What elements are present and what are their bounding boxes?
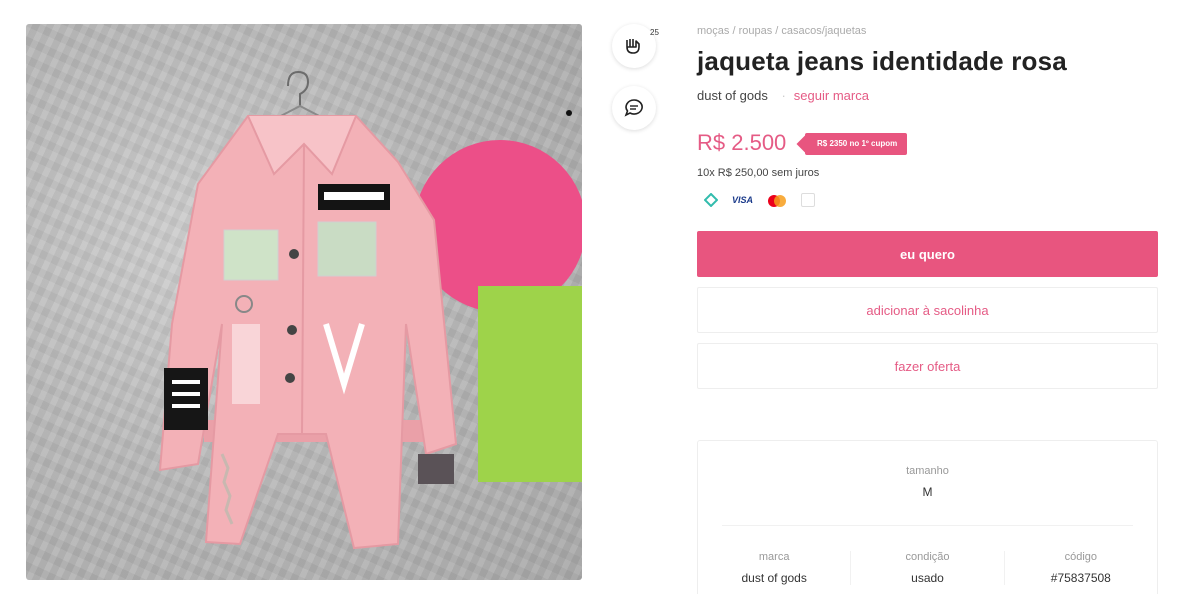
chat-button[interactable] xyxy=(612,86,656,130)
condition-value: usado xyxy=(911,571,944,585)
payment-methods: VISA xyxy=(703,192,816,208)
code-attribute: código #75837508 xyxy=(1005,551,1157,585)
attributes-divider xyxy=(722,525,1133,526)
code-value: #75837508 xyxy=(1050,571,1111,585)
breadcrumb-separator: / xyxy=(732,25,736,37)
pix-icon xyxy=(703,192,719,208)
condition-label: condição xyxy=(905,551,950,563)
product-photo[interactable] xyxy=(26,24,582,580)
product-price: R$ 2.500 xyxy=(697,130,787,155)
brand-attribute: marca dust of gods xyxy=(698,551,852,585)
coupon-badge: R$ 2350 no 1º cupom xyxy=(805,133,908,155)
installments-text: 10x R$ 250,00 sem juros xyxy=(697,167,820,179)
size-value: M xyxy=(922,485,933,499)
add-to-bag-button[interactable]: adicionar à sacolinha xyxy=(697,287,1158,333)
brand-row: dust of gods seguir marca xyxy=(697,88,869,103)
jacket-illustration xyxy=(158,70,458,550)
buy-button[interactable]: eu quero xyxy=(697,231,1158,277)
breadcrumb-item[interactable]: casacos/jaquetas xyxy=(781,25,866,37)
brand-attr-label: marca xyxy=(758,551,790,563)
brand-name[interactable]: dust of gods xyxy=(697,88,768,103)
code-label: código xyxy=(1064,551,1098,563)
size-label: tamanho xyxy=(906,465,949,477)
breadcrumb-item[interactable]: roupas xyxy=(739,25,773,37)
breadcrumb: moças / roupas / casacos/jaquetas xyxy=(697,25,866,37)
condition-attribute: condição usado xyxy=(851,551,1005,585)
attributes-row: marca dust of gods condição usado código… xyxy=(698,551,1157,585)
follow-brand-link[interactable]: seguir marca xyxy=(781,88,868,103)
size-attribute: tamanho M xyxy=(698,465,1157,499)
make-offer-button[interactable]: fazer oferta xyxy=(697,343,1158,389)
breadcrumb-item[interactable]: moças xyxy=(697,25,729,37)
visa-icon: VISA xyxy=(732,195,754,205)
chat-bubble-icon xyxy=(624,99,643,117)
brand-attr-value: dust of gods xyxy=(741,571,807,585)
heart-hand-icon xyxy=(626,39,640,54)
card-icon xyxy=(801,193,816,207)
product-attributes: tamanho M marca dust of gods condição us… xyxy=(697,440,1158,594)
product-title: jaqueta jeans identidade rosa xyxy=(697,46,1067,76)
like-count: 25 xyxy=(650,28,659,37)
mastercard-icon xyxy=(767,194,787,207)
breadcrumb-separator: / xyxy=(775,25,779,37)
